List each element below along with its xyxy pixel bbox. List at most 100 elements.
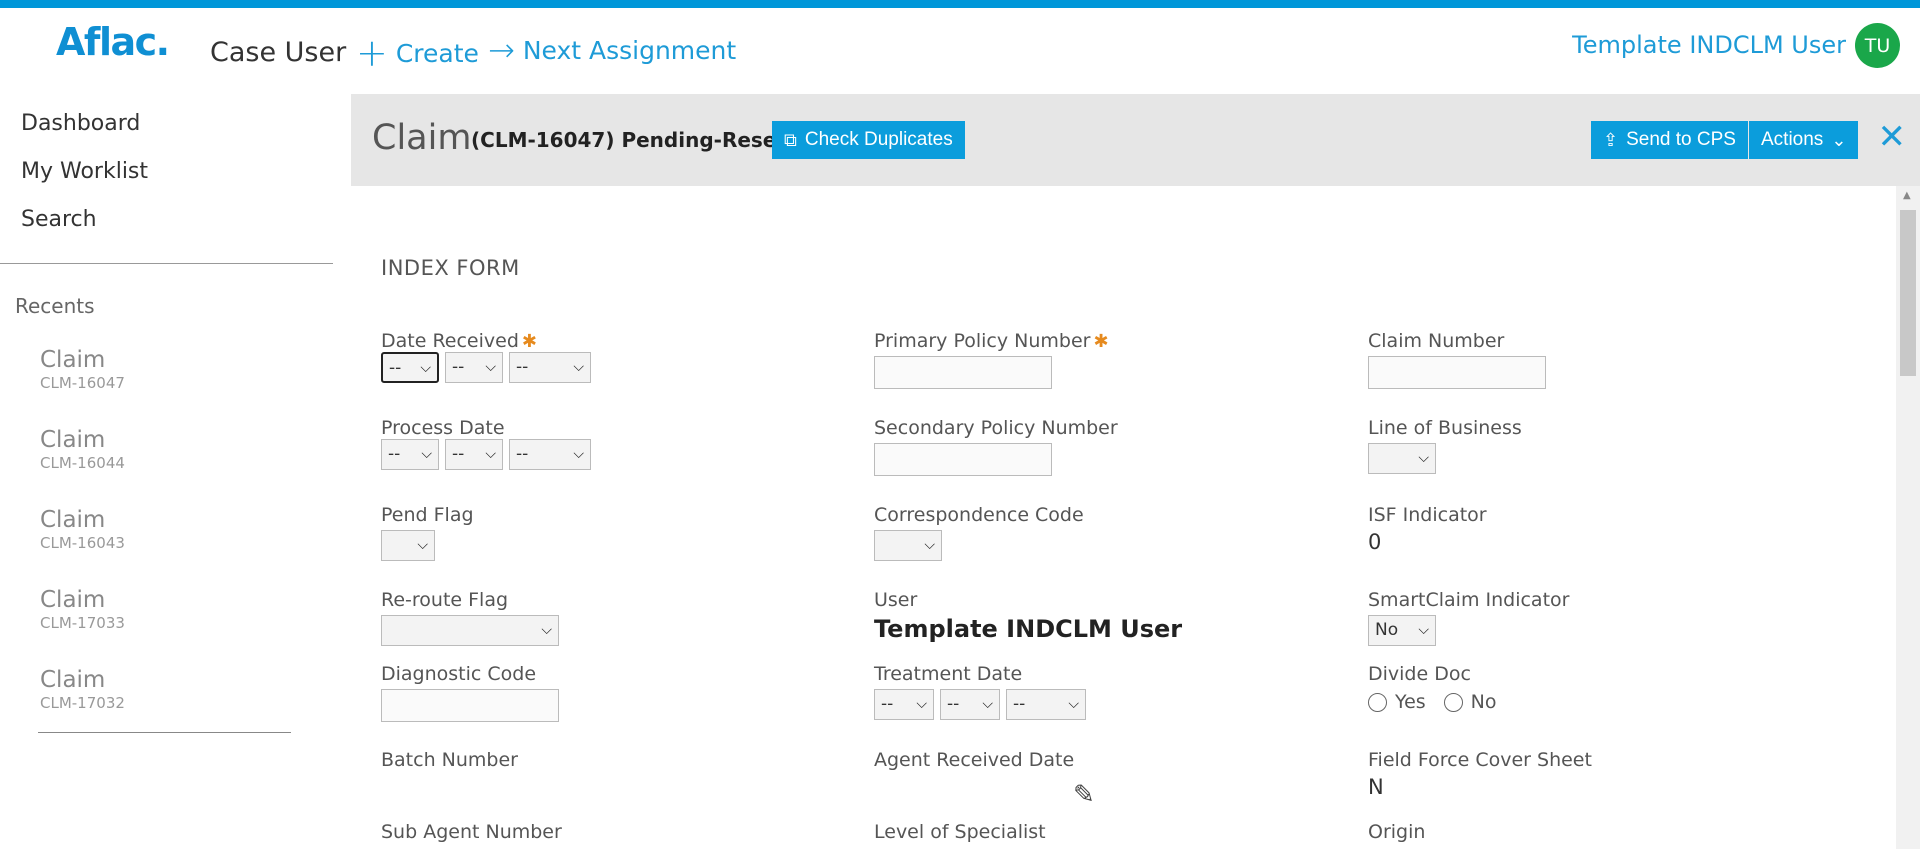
diagnostic-code-field: Diagnostic Code — [381, 663, 559, 722]
line-of-business-select[interactable]: ⌵ — [1368, 443, 1436, 474]
chevron-down-icon: ⌵ — [573, 446, 584, 462]
user-name-link[interactable]: Template INDCLM User — [1572, 31, 1846, 59]
field-force-cover-sheet-field: Field Force Cover Sheet N — [1368, 749, 1592, 799]
recent-item-id: CLM-17033 — [40, 614, 125, 632]
recent-item-type: Claim — [40, 347, 106, 373]
batch-number-label: Batch Number — [381, 749, 518, 771]
recent-item-type: Claim — [40, 507, 106, 533]
date-received-day-select[interactable]: -- ⌵ — [445, 352, 503, 383]
check-duplicates-button[interactable]: ⧉ Check Duplicates — [772, 121, 965, 159]
secondary-policy-number-field: Secondary Policy Number — [874, 417, 1118, 476]
agent-received-date-field: Agent Received Date — [874, 749, 1074, 771]
chevron-down-icon: ⌵ — [421, 446, 432, 462]
sub-agent-number-label: Sub Agent Number — [381, 821, 562, 843]
diagnostic-code-input[interactable] — [381, 689, 559, 722]
duplicates-icon: ⧉ — [784, 129, 797, 150]
divide-doc-yes-radio[interactable]: Yes — [1368, 691, 1426, 713]
process-date-field: Process Date -- ⌵ -- ⌵ -- ⌵ — [381, 417, 597, 470]
primary-policy-number-field: Primary Policy Number ✱ — [874, 330, 1109, 389]
top-accent-bar — [0, 0, 1920, 8]
field-force-cover-sheet-value: N — [1368, 775, 1384, 799]
agent-received-date-label: Agent Received Date — [874, 749, 1075, 771]
chevron-down-icon: ⌵ — [924, 537, 935, 553]
pencil-icon[interactable]: ✎ — [1073, 780, 1095, 810]
create-button[interactable]: + Create — [356, 34, 479, 72]
recent-item[interactable]: Claim CLM-16044 — [40, 426, 292, 506]
primary-policy-number-input[interactable] — [874, 356, 1052, 389]
divide-doc-no-radio[interactable]: No — [1443, 691, 1497, 713]
smartclaim-indicator-select[interactable]: No ⌵ — [1368, 615, 1436, 646]
sidebar-item-my-worklist[interactable]: My Worklist — [0, 148, 350, 196]
treatment-date-year-select[interactable]: -- ⌵ — [1006, 689, 1086, 720]
pend-flag-select[interactable]: ⌵ — [381, 530, 435, 561]
app-title: Case User — [210, 37, 347, 68]
recent-item[interactable]: Claim CLM-16047 — [40, 346, 292, 426]
secondary-policy-number-input[interactable] — [874, 443, 1052, 476]
treatment-date-field: Treatment Date -- ⌵ -- ⌵ -- ⌵ — [874, 663, 1092, 720]
process-date-month-select[interactable]: -- ⌵ — [381, 439, 439, 470]
isf-indicator-value: 0 — [1368, 530, 1382, 554]
reroute-flag-select[interactable]: ⌵ — [381, 615, 559, 646]
check-duplicates-label: Check Duplicates — [804, 129, 953, 150]
recent-item[interactable]: Claim CLM-17033 — [40, 586, 292, 666]
recent-item-id: CLM-17032 — [40, 694, 125, 712]
treatment-date-label: Treatment Date — [874, 663, 1023, 685]
chevron-down-icon: ⌵ — [417, 537, 428, 553]
isf-indicator-field: ISF Indicator 0 — [1368, 504, 1487, 554]
arrow-right-icon: → — [488, 31, 515, 69]
next-assignment-button[interactable]: → Next Assignment — [488, 34, 736, 66]
claim-number-input[interactable] — [1368, 356, 1546, 389]
chevron-down-icon: ⌵ — [573, 359, 584, 375]
chevron-down-icon: ⌵ — [916, 696, 927, 712]
correspondence-code-select[interactable]: ⌵ — [874, 530, 942, 561]
reroute-flag-label: Re-route Flag — [381, 589, 509, 611]
line-of-business-field: Line of Business ⌵ — [1368, 417, 1522, 474]
recent-item-type: Claim — [40, 587, 106, 613]
chevron-down-icon: ⌵ — [485, 446, 496, 462]
recents-title: Recents — [15, 294, 95, 318]
isf-indicator-label: ISF Indicator — [1368, 504, 1487, 526]
scroll-up-icon[interactable]: ▲ — [1903, 190, 1911, 201]
level-of-specialist-label: Level of Specialist — [874, 821, 1046, 843]
batch-number-field: Batch Number — [381, 749, 518, 771]
send-to-cps-label: Send to CPS — [1626, 129, 1736, 150]
recent-item[interactable]: Claim CLM-16043 — [40, 506, 292, 586]
scrollbar-thumb[interactable] — [1900, 210, 1916, 376]
process-date-label: Process Date — [381, 417, 505, 439]
primary-policy-number-label: Primary Policy Number — [874, 330, 1091, 352]
user-label: User — [874, 589, 918, 611]
origin-field: Origin — [1368, 821, 1425, 843]
treatment-date-month-select[interactable]: -- ⌵ — [874, 689, 934, 720]
treatment-date-day-select[interactable]: -- ⌵ — [940, 689, 1000, 720]
sidebar-divider — [0, 263, 333, 264]
chevron-down-icon: ⌵ — [982, 696, 993, 712]
smartclaim-indicator-field: SmartClaim Indicator No ⌵ — [1368, 589, 1569, 646]
date-received-year-select[interactable]: -- ⌵ — [509, 352, 591, 383]
actions-label: Actions — [1761, 129, 1824, 150]
vertical-scrollbar[interactable]: ▲ — [1896, 186, 1920, 849]
claim-number-field: Claim Number — [1368, 330, 1546, 389]
correspondence-code-label: Correspondence Code — [874, 504, 1084, 526]
smartclaim-indicator-label: SmartClaim Indicator — [1368, 589, 1570, 611]
close-icon[interactable]: ✕ — [1878, 120, 1907, 154]
radio-icon — [1443, 692, 1463, 712]
sidebar-item-search[interactable]: Search — [0, 196, 350, 244]
correspondence-code-field: Correspondence Code ⌵ — [874, 504, 1084, 561]
process-date-year-select[interactable]: -- ⌵ — [509, 439, 591, 470]
avatar[interactable]: TU — [1855, 23, 1900, 68]
create-label: Create — [395, 38, 479, 68]
actions-button[interactable]: Actions ⌄ — [1749, 121, 1859, 159]
recent-item-id: CLM-16043 — [40, 534, 125, 552]
process-date-day-select[interactable]: -- ⌵ — [445, 439, 503, 470]
origin-label: Origin — [1368, 821, 1426, 843]
aflac-logo[interactable]: Aflac. — [56, 20, 170, 64]
recent-item[interactable]: Claim CLM-17032 — [40, 666, 292, 746]
recents-list: Claim CLM-16047 Claim CLM-16044 Claim CL… — [40, 346, 292, 746]
case-title: Claim — [372, 118, 472, 158]
required-icon: ✱ — [521, 331, 537, 352]
send-to-cps-button[interactable]: ⇪ Send to CPS — [1591, 121, 1748, 159]
chevron-down-icon: ⌵ — [485, 359, 496, 375]
date-received-month-select[interactable]: -- ⌵ — [381, 352, 439, 383]
sidebar-item-dashboard[interactable]: Dashboard — [0, 100, 350, 148]
pend-flag-label: Pend Flag — [381, 504, 474, 526]
